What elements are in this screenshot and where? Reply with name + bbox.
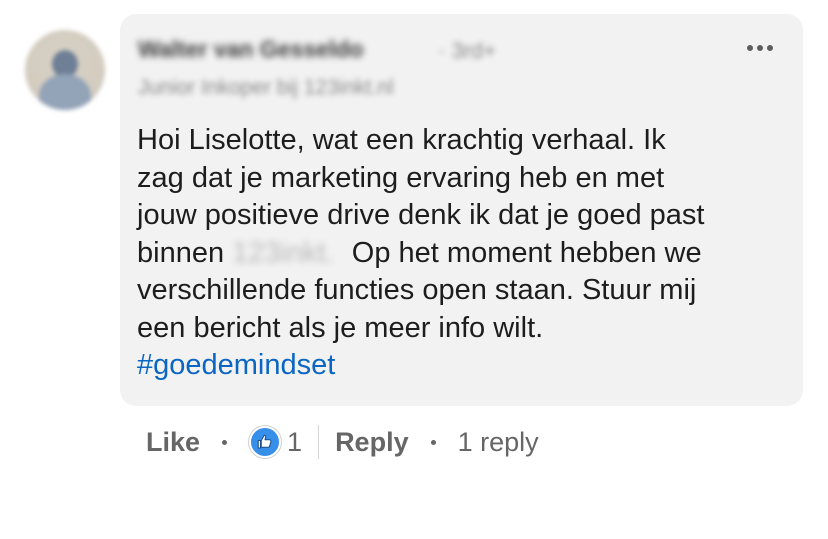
comment-line: een bericht als je meer info wilt. [137, 311, 544, 344]
connection-degree: · 3rd+ [438, 38, 497, 63]
comment-text: Hoi Liselotte, wat een krachtig verhaal.… [137, 122, 787, 385]
comment-text-fragment: Op het moment hebben we [351, 236, 702, 269]
thumbs-up-icon[interactable] [249, 426, 282, 458]
separator-dot [430, 439, 436, 445]
more-dot [747, 45, 753, 51]
author-avatar[interactable] [25, 30, 105, 110]
avatar-body-shape [39, 74, 91, 110]
author-name[interactable]: Walter van Gesseldo [138, 36, 363, 63]
vertical-divider [318, 425, 320, 459]
more-dot [757, 45, 763, 51]
comment-bubble: Walter van Gesseldo · 3rd+ Junior Inkope… [120, 14, 803, 406]
like-button[interactable]: Like [146, 427, 200, 458]
thumbs-up-glyph [257, 434, 272, 449]
author-headline: Junior Inkoper bij 123inkt.nl [138, 76, 394, 99]
comment-line: Hoi Liselotte, wat een krachtig verhaal.… [137, 124, 666, 156]
replies-count-link[interactable]: 1 reply [458, 427, 539, 458]
more-dot [767, 45, 773, 51]
hashtag-link[interactable]: #goedemindset [137, 347, 787, 385]
comment-line: verschillende functies open staan. Stuur… [137, 274, 697, 306]
comment-actions-bar: Like 1 Reply 1 reply [146, 420, 539, 464]
comment-text-fragment: binnen [137, 236, 225, 269]
more-options-icon[interactable] [740, 32, 780, 64]
comment-line: zag dat je marketing ervaring heb en met [137, 161, 665, 194]
comment-line: binnen 123inkt. Op het moment hebben we [137, 235, 787, 273]
separator-dot [222, 439, 228, 445]
redacted-company-name: 123inkt. [232, 236, 334, 269]
reaction-count[interactable]: 1 [287, 427, 302, 458]
reply-button[interactable]: Reply [335, 427, 409, 458]
comment-line: jouw positieve drive denk ik dat je goed… [137, 199, 705, 231]
